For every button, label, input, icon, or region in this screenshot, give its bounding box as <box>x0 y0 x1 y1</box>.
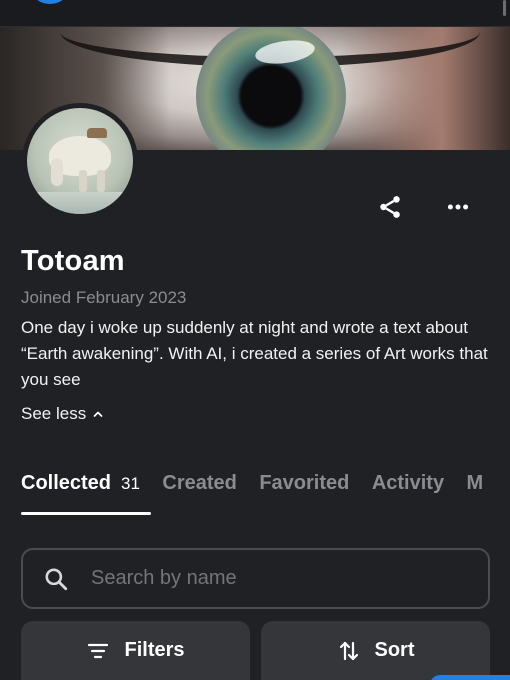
tab-label: Collected <box>21 472 112 494</box>
scrollbar[interactable] <box>503 0 506 16</box>
tab-favorited[interactable]: Favorited <box>259 472 349 512</box>
chevron-up-icon <box>93 411 103 417</box>
tab-collected[interactable]: Collected 31 <box>21 472 140 512</box>
filters-label: Filters <box>124 639 185 661</box>
avatar <box>22 103 138 219</box>
app-logo[interactable] <box>28 0 72 4</box>
more-horizontal-icon <box>447 204 469 210</box>
see-less-label: See less <box>21 404 87 423</box>
filters-button[interactable]: Filters <box>21 621 250 680</box>
profile-name: Totoam <box>21 245 125 277</box>
tab-more[interactable]: M <box>467 472 484 512</box>
search-box[interactable] <box>21 548 490 609</box>
sort-button[interactable]: Sort <box>261 621 490 680</box>
profile-tabs: Collected 31 Created Favorited Activity … <box>21 472 510 516</box>
sort-arrows-icon <box>339 641 358 661</box>
sort-label: Sort <box>374 639 415 661</box>
tab-created[interactable]: Created <box>162 472 236 512</box>
top-bar <box>0 0 510 27</box>
tab-count: 31 <box>121 474 140 493</box>
active-tab-indicator <box>21 512 151 515</box>
share-button[interactable] <box>375 192 405 222</box>
search-input[interactable] <box>91 567 451 590</box>
tab-label: Activity <box>371 472 445 494</box>
profile-bio: One day i woke up suddenly at night and … <box>21 318 488 389</box>
share-icon <box>380 196 400 218</box>
joined-date: Joined February 2023 <box>21 288 187 307</box>
tab-activity[interactable]: Activity <box>372 472 444 512</box>
tab-label: M <box>466 472 484 494</box>
floating-action-button[interactable] <box>430 675 510 680</box>
filter-lines-icon <box>88 643 109 659</box>
more-options-button[interactable] <box>443 192 473 222</box>
tab-label: Favorited <box>259 472 350 494</box>
tab-label: Created <box>162 472 237 494</box>
search-icon <box>45 567 68 590</box>
see-less-toggle[interactable]: See less <box>21 404 104 424</box>
